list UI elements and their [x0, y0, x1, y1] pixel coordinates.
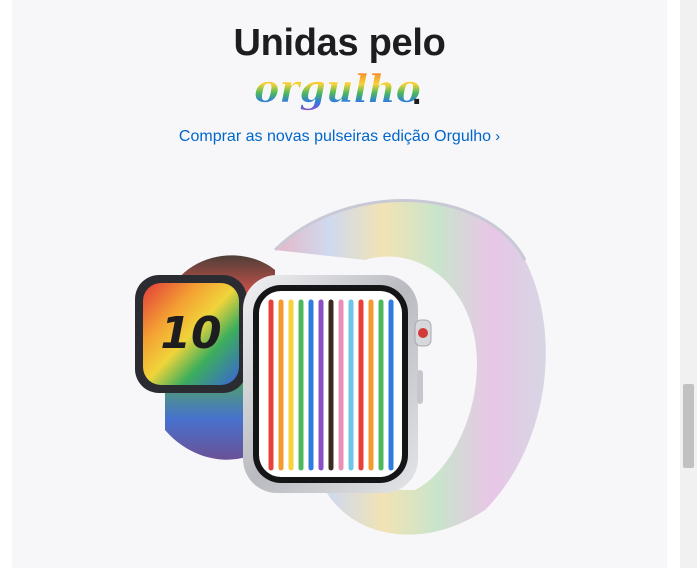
scrollbar-thumb[interactable] — [683, 384, 694, 468]
large-watch-face-stripes — [268, 299, 394, 471]
scrollbar-track[interactable] — [680, 0, 697, 568]
small-watch-number: 10 — [160, 308, 221, 359]
shop-pride-bands-link[interactable]: Comprar as novas pulseiras edição Orgulh… — [0, 128, 679, 146]
orgulho-script-logo: orgulho . — [250, 66, 440, 114]
shop-pride-bands-label: Comprar as novas pulseiras edição Orgulh… — [178, 128, 492, 145]
large-watch-side-button — [417, 370, 423, 404]
chevron-right-icon: › — [495, 128, 501, 145]
pride-watches-image: 10 — [125, 190, 555, 550]
orgulho-period: . — [412, 74, 421, 112]
orgulho-script-word: orgulho — [254, 66, 421, 111]
page-headline: Unidas pelo — [233, 22, 446, 64]
